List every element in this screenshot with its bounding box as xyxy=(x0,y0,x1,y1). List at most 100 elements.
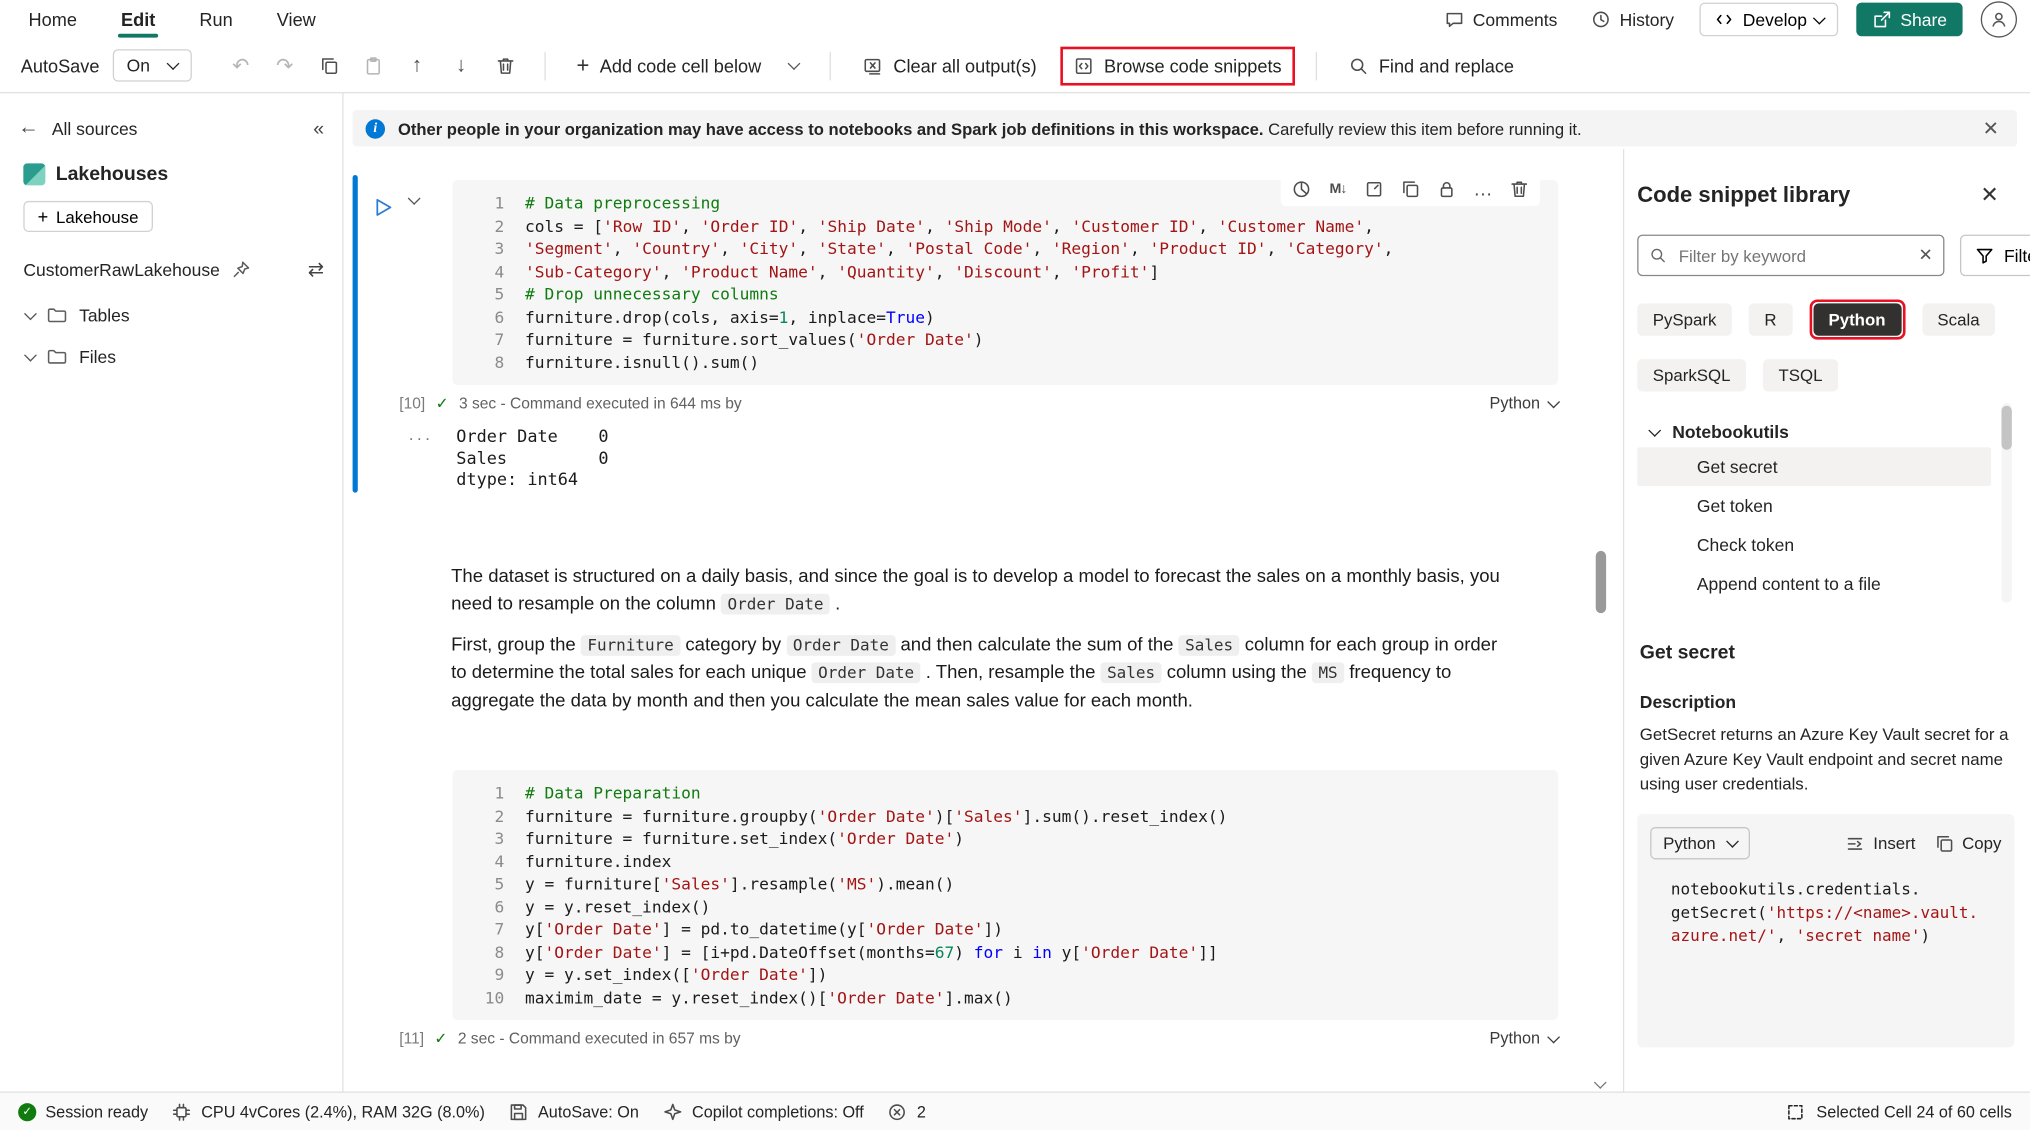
copy-snippet-button[interactable]: Copy xyxy=(1934,833,2002,854)
language-tags: PySpark R Python Scala SparkSQL TSQL xyxy=(1637,299,2014,391)
divider xyxy=(830,51,831,80)
output-options-icon[interactable]: ··· xyxy=(408,428,433,492)
find-and-replace-button[interactable]: Find and replace xyxy=(1337,49,1524,83)
menu-edit[interactable]: Edit xyxy=(118,4,157,35)
clear-search-icon[interactable]: ✕ xyxy=(1919,245,1933,266)
markdown-paragraph: The dataset is structured on a daily bas… xyxy=(451,563,1504,619)
snippets-icon xyxy=(1073,55,1094,76)
annotation-box-python-tag: Python xyxy=(1809,299,1905,339)
tag-tsql[interactable]: TSQL xyxy=(1763,359,1838,391)
snippet-item-get-secret[interactable]: Get secret xyxy=(1637,447,1991,486)
delete-icon[interactable] xyxy=(487,47,523,83)
snippet-item-get-token[interactable]: Get token xyxy=(1637,486,1991,525)
snippet-item-check-token[interactable]: Check token xyxy=(1637,525,1991,564)
focus-mode-icon[interactable] xyxy=(1359,175,1390,204)
history-button[interactable]: History xyxy=(1583,5,1682,34)
browse-code-snippets-button[interactable]: Browse code snippets xyxy=(1063,49,1292,83)
chevron-down-icon xyxy=(1547,1030,1560,1043)
back-arrow-icon[interactable]: ← xyxy=(18,117,39,140)
error-count[interactable]: 2 xyxy=(887,1101,926,1122)
pin-icon[interactable] xyxy=(230,259,251,280)
avatar[interactable] xyxy=(1981,1,2017,37)
add-code-cell-button[interactable]: + Add code cell below xyxy=(566,46,809,85)
error-count-label: 2 xyxy=(917,1102,926,1120)
code-editor[interactable]: 1# Data Preparation2furniture = furnitur… xyxy=(452,770,1558,1020)
scrollbar-thumb[interactable] xyxy=(1596,551,1606,613)
tag-sparksql[interactable]: SparkSQL xyxy=(1637,359,1746,391)
execution-count: [10] xyxy=(399,394,425,412)
copy-cell-icon[interactable] xyxy=(1395,175,1426,204)
cell-language-selector[interactable]: Python xyxy=(1490,1029,1559,1047)
markdown-cell[interactable]: The dataset is structured on a daily bas… xyxy=(451,563,1504,715)
snippet-group-notebookutils[interactable]: Notebookutils xyxy=(1637,423,2014,442)
collapse-pane-icon[interactable]: « xyxy=(313,117,324,139)
code-editor[interactable]: 1# Data preprocessing2cols = ['Row ID', … xyxy=(452,180,1558,385)
cell-language-label: Python xyxy=(1490,1029,1540,1047)
copy-icon[interactable] xyxy=(311,47,347,83)
develop-button[interactable]: Develop xyxy=(1700,3,1838,37)
autosave-value: On xyxy=(127,56,150,75)
snippet-item-append-content[interactable]: Append content to a file xyxy=(1637,564,1991,603)
close-panel-icon[interactable]: ✕ xyxy=(1980,183,1998,209)
menu-bar: Home Edit Run View Comments History Deve… xyxy=(0,0,2030,39)
undo-icon[interactable]: ↶ xyxy=(223,47,259,83)
cell-status-row: [10] ✓ 3 sec - Command executed in 644 m… xyxy=(399,394,1558,412)
add-lakehouse-button[interactable]: + Lakehouse xyxy=(23,201,152,232)
browse-snippets-label: Browse code snippets xyxy=(1104,55,1282,76)
list-scrollbar[interactable] xyxy=(2001,403,2011,603)
lock-cell-icon[interactable] xyxy=(1431,175,1462,204)
comments-button[interactable]: Comments xyxy=(1436,5,1565,34)
success-check-icon: ✓ xyxy=(436,394,449,412)
autosave-toggle[interactable]: On xyxy=(112,49,191,81)
pie-chart-icon[interactable] xyxy=(1286,175,1317,204)
all-sources-label[interactable]: All sources xyxy=(52,119,138,138)
filter-button[interactable]: Filter xyxy=(1960,235,2030,276)
scroll-down-icon[interactable] xyxy=(1594,1076,1607,1089)
insert-label: Insert xyxy=(1873,834,1915,853)
tag-pyspark[interactable]: PySpark xyxy=(1637,303,1732,335)
app-window: Home Edit Run View Comments History Deve… xyxy=(0,0,2030,1130)
snippet-language-dropdown[interactable]: Python xyxy=(1650,827,1750,859)
folder-icon xyxy=(47,305,68,326)
save-icon xyxy=(508,1101,529,1122)
more-cell-actions-icon[interactable]: … xyxy=(1467,175,1498,204)
menu-run[interactable]: Run xyxy=(197,4,235,35)
scrollbar-thumb[interactable] xyxy=(2001,406,2011,450)
cell-language-selector[interactable]: Python xyxy=(1490,394,1559,412)
snippet-detail-title: Get secret xyxy=(1637,642,2014,664)
clear-outputs-icon xyxy=(862,55,883,76)
notebook-cell-2[interactable]: 1# Data Preparation2furniture = furnitur… xyxy=(353,770,1623,1047)
paste-icon[interactable] xyxy=(355,47,391,83)
code-snippet-panel: Code snippet library ✕ ✕ Filter xyxy=(1623,149,2030,1091)
move-down-icon[interactable]: ↓ xyxy=(443,47,479,83)
insert-snippet-button[interactable]: Insert xyxy=(1845,833,1916,854)
tag-python[interactable]: Python xyxy=(1813,303,1901,335)
lakehouse-item[interactable]: CustomerRawLakehouse ⇄ xyxy=(0,240,342,294)
divider xyxy=(1315,51,1316,80)
clear-all-outputs-button[interactable]: Clear all output(s) xyxy=(852,49,1047,83)
status-bar: ✓ Session ready CPU 4vCores (2.4%), RAM … xyxy=(0,1091,2030,1130)
tag-r[interactable]: R xyxy=(1749,303,1792,335)
menu-home[interactable]: Home xyxy=(26,4,80,35)
snippet-search-box[interactable]: ✕ xyxy=(1637,235,1944,276)
share-button[interactable]: Share xyxy=(1856,3,1962,37)
snippet-search-input[interactable] xyxy=(1676,244,1909,266)
description-label: Description xyxy=(1637,692,2014,711)
collapse-cell-icon[interactable] xyxy=(410,196,419,205)
delete-cell-icon[interactable] xyxy=(1504,175,1535,204)
info-icon: i xyxy=(366,119,385,138)
menu-view[interactable]: View xyxy=(274,4,318,35)
chevron-down-icon xyxy=(24,348,37,361)
convert-to-markdown-icon[interactable]: M↓ xyxy=(1322,175,1353,204)
tree-item-tables[interactable]: Tables xyxy=(0,294,342,335)
move-up-icon[interactable]: ↑ xyxy=(399,47,435,83)
lakehouse-explorer: ← All sources « Lakehouses + Lakehouse C… xyxy=(0,93,344,1091)
run-cell-button[interactable] xyxy=(371,196,394,219)
notebook-scrollbar[interactable] xyxy=(1594,149,1607,1091)
tag-scala[interactable]: Scala xyxy=(1922,303,1995,335)
notebook-cell-1[interactable]: M↓ … xyxy=(353,180,1623,492)
banner-close-icon[interactable]: ✕ xyxy=(1977,117,2004,140)
switch-lakehouse-icon[interactable]: ⇄ xyxy=(308,258,324,281)
redo-icon[interactable]: ↷ xyxy=(267,47,303,83)
tree-item-files[interactable]: Files xyxy=(0,336,342,377)
